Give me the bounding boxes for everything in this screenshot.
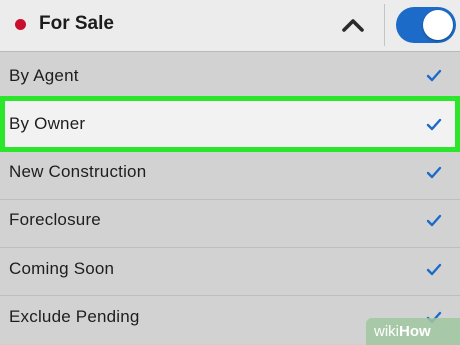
checkmark-icon <box>426 263 442 276</box>
option-coming-soon[interactable]: Coming Soon <box>0 248 460 296</box>
for-sale-toggle[interactable] <box>396 7 456 43</box>
option-by-agent[interactable]: By Agent <box>0 52 460 100</box>
option-label: Coming Soon <box>9 259 115 278</box>
checkmark-icon <box>426 69 442 82</box>
option-label: Exclude Pending <box>9 307 140 326</box>
header-divider <box>384 4 385 46</box>
option-label: Foreclosure <box>9 210 101 229</box>
status-dot <box>15 19 26 30</box>
option-by-owner[interactable]: By Owner <box>0 96 460 152</box>
chevron-up-icon[interactable] <box>340 15 366 35</box>
checkmark-icon <box>426 166 442 179</box>
header-title: For Sale <box>39 13 114 34</box>
option-new-construction[interactable]: New Construction <box>0 152 460 200</box>
option-label: New Construction <box>9 162 147 181</box>
option-label: By Agent <box>9 66 79 85</box>
option-label: By Owner <box>9 114 86 133</box>
wikihow-watermark: wikiHow <box>366 318 460 345</box>
toggle-knob <box>423 10 453 40</box>
checkmark-icon <box>426 214 442 227</box>
option-foreclosure[interactable]: Foreclosure <box>0 200 460 248</box>
filter-header[interactable]: For Sale <box>0 0 460 52</box>
checkmark-icon <box>426 118 442 131</box>
